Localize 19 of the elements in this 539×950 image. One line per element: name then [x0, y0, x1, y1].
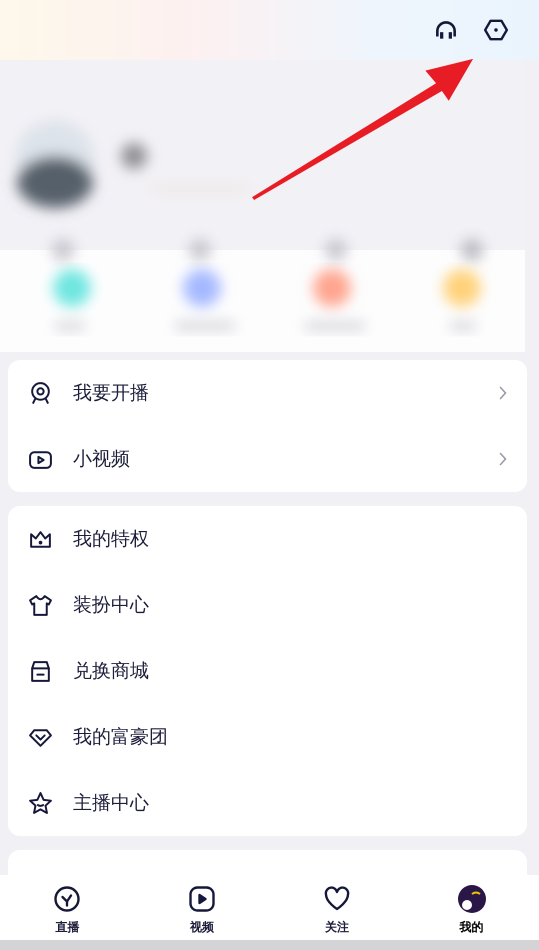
settings-icon[interactable] [483, 17, 509, 43]
tab[interactable]: 视频 [152, 875, 252, 940]
store-icon [28, 658, 53, 684]
camera-icon [28, 380, 53, 406]
menu-label[interactable]: 兑换商城 [73, 658, 507, 684]
play-icon [188, 885, 216, 913]
shirt-icon [28, 592, 53, 618]
tab[interactable]: 直播 [17, 875, 118, 940]
tab[interactable]: 关注 [286, 875, 387, 940]
star-icon [28, 790, 53, 816]
menu-label[interactable]: 小视频 [73, 446, 499, 472]
tab[interactable]: 我的 [422, 875, 522, 940]
menu-label[interactable]: 我的特权 [73, 526, 507, 552]
avatar-icon [458, 885, 486, 913]
menu-label[interactable]: 我要开播 [73, 380, 499, 406]
heart-icon [322, 885, 351, 913]
menu-label[interactable]: 我的富豪团 [73, 724, 507, 750]
menu-label[interactable]: 装扮中心 [73, 592, 507, 618]
menu-label[interactable]: 主播中心 [73, 790, 507, 816]
